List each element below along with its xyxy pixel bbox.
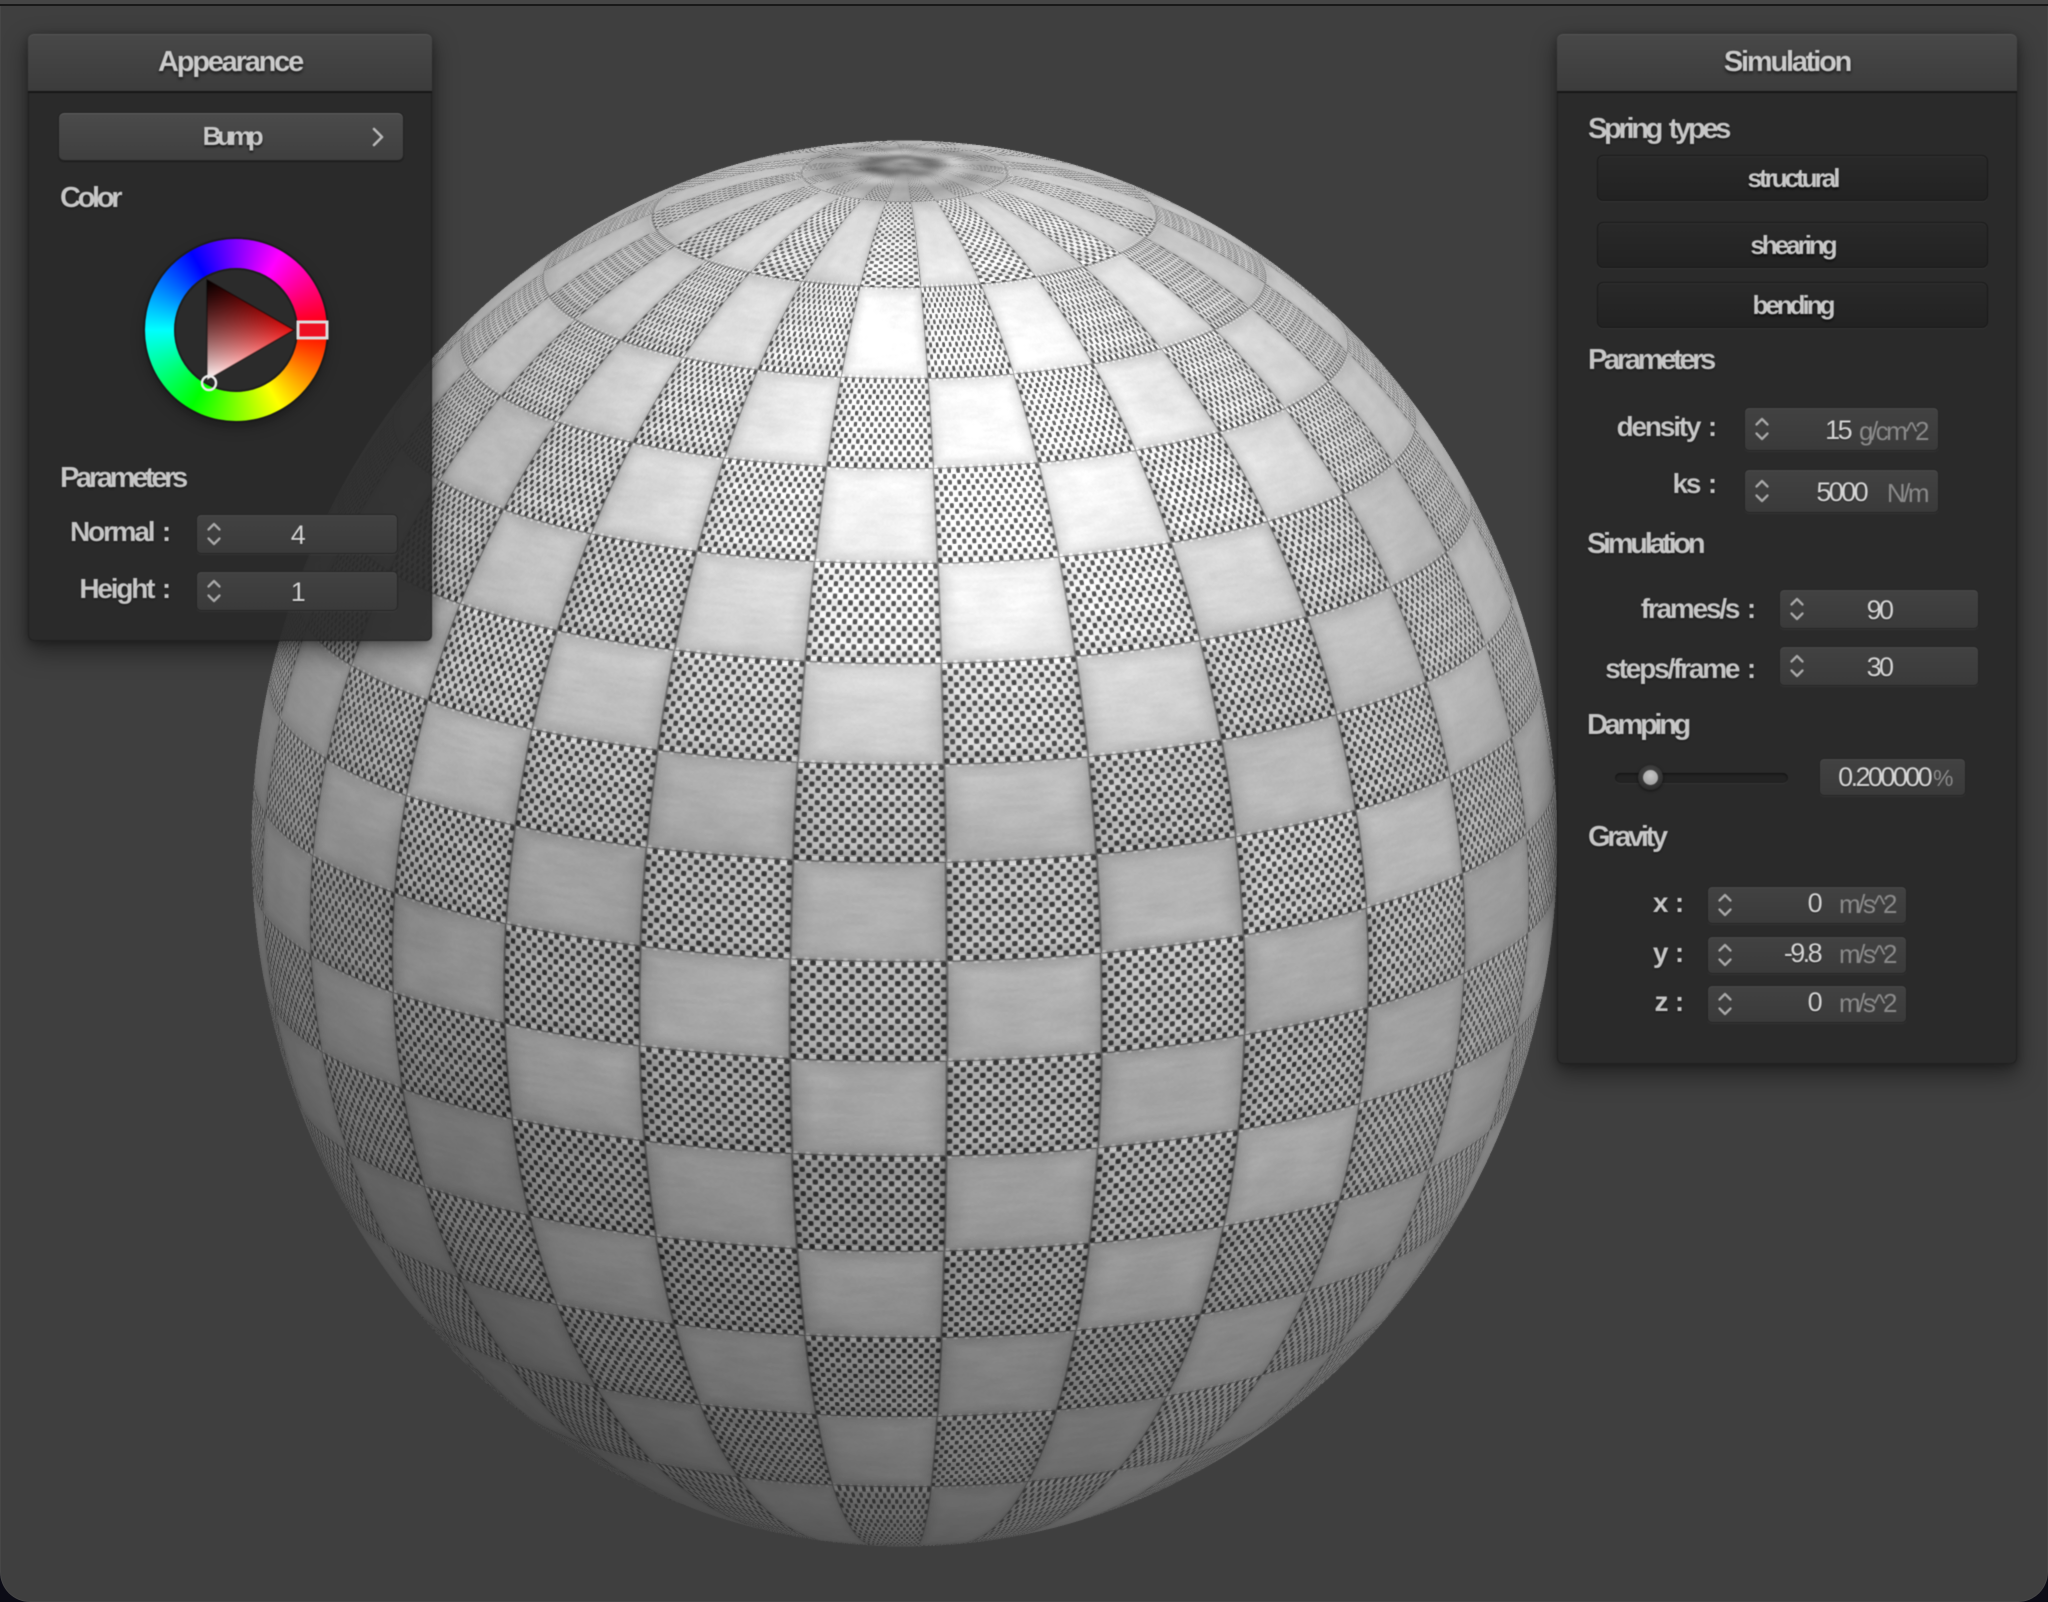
appearance-header[interactable]: Appearance [28, 34, 432, 91]
simulation-panel: Simulation Spring types structural shear… [1557, 34, 2017, 1064]
spinner-arrows-icon[interactable] [1717, 943, 1733, 968]
spinner-arrows-icon[interactable] [1754, 479, 1770, 504]
structural-label: structural [1747, 162, 1841, 193]
color-wheel[interactable] [145, 239, 329, 421]
gravity-y-value: -9.8 [1783, 938, 1823, 968]
gravity-x-spinbox[interactable]: 0 m/s^2 [1707, 886, 1907, 924]
sv-triangle[interactable] [145, 239, 329, 421]
normal-value: 4 [290, 520, 306, 550]
window-top-edge-line [0, 4, 2048, 6]
sim-simulation-label: Simulation [1587, 528, 1706, 560]
gravity-z-spinbox[interactable]: 0 m/s^2 [1707, 985, 1907, 1023]
bump-popup-button[interactable]: Bump [58, 112, 404, 161]
height-label: Height : [79, 573, 171, 604]
steps-spinbox[interactable]: 30 [1779, 646, 1979, 686]
gravity-y-label: y : [1652, 937, 1684, 968]
shearing-label: shearing [1750, 229, 1837, 260]
structural-toggle-button[interactable]: structural [1597, 155, 1988, 201]
shearing-toggle-button[interactable]: shearing [1597, 222, 1988, 268]
gravity-label: Gravity [1588, 821, 1668, 853]
spinner-arrows-icon[interactable] [1717, 992, 1733, 1017]
simulation-title: Simulation [1723, 46, 1852, 78]
damping-unit: % [1933, 765, 1953, 791]
gravity-y-unit: m/s^2 [1838, 939, 1898, 969]
color-label: Color [60, 182, 123, 214]
ks-value: 5000 [1816, 477, 1868, 507]
density-spinbox[interactable]: 15 g/cm^2 [1744, 407, 1939, 451]
normal-label: Normal : [70, 516, 171, 547]
spinner-arrows-icon[interactable] [1717, 893, 1733, 918]
gravity-z-label: z : [1654, 986, 1684, 1017]
gl-viewport: Appearance Bump Color Parameters Normal … [0, 0, 2048, 1602]
density-label: density : [1616, 411, 1718, 442]
gravity-x-label: x : [1652, 887, 1684, 918]
gravity-y-spinbox[interactable]: -9.8 m/s^2 [1707, 936, 1907, 974]
appearance-title: Appearance [157, 46, 304, 78]
normal-spinbox[interactable]: 4 [196, 514, 398, 554]
density-unit: g/cm^2 [1858, 416, 1930, 446]
steps-label: steps/frame : [1605, 653, 1756, 684]
damping-value: 0.200000 [1838, 762, 1932, 792]
ks-label: ks : [1672, 468, 1718, 499]
frames-spinbox[interactable]: 90 [1779, 589, 1979, 629]
ks-spinbox[interactable]: 5000 N/m [1744, 469, 1939, 513]
height-value: 1 [290, 577, 306, 607]
damping-valuebox[interactable]: 0.200000 % [1819, 758, 1966, 796]
gravity-z-unit: m/s^2 [1838, 988, 1898, 1018]
sim-parameters-label: Parameters [1588, 344, 1716, 376]
simulation-header[interactable]: Simulation [1557, 34, 2017, 91]
appearance-parameters-label: Parameters [60, 462, 188, 494]
frames-label: frames/s : [1640, 593, 1756, 624]
bump-button-label: Bump [202, 121, 264, 151]
frames-value: 90 [1866, 595, 1894, 625]
bending-label: bending [1752, 289, 1835, 320]
appearance-panel: Appearance Bump Color Parameters Normal … [28, 34, 432, 641]
density-value: 15 [1825, 415, 1852, 445]
spinner-arrows-icon[interactable] [1754, 417, 1770, 442]
hue-marker[interactable] [296, 320, 329, 340]
ks-unit: N/m [1886, 478, 1930, 508]
chevron-right-icon [372, 127, 384, 146]
damping-slider-knob[interactable] [1638, 765, 1663, 790]
gravity-x-unit: m/s^2 [1838, 889, 1898, 919]
bending-toggle-button[interactable]: bending [1597, 282, 1988, 328]
damping-label: Damping [1587, 709, 1691, 741]
gravity-x-value: 0 [1807, 888, 1823, 918]
spring-types-label: Spring types [1588, 113, 1731, 145]
steps-value: 30 [1866, 652, 1894, 682]
gravity-z-value: 0 [1807, 987, 1823, 1017]
height-spinbox[interactable]: 1 [196, 571, 398, 611]
